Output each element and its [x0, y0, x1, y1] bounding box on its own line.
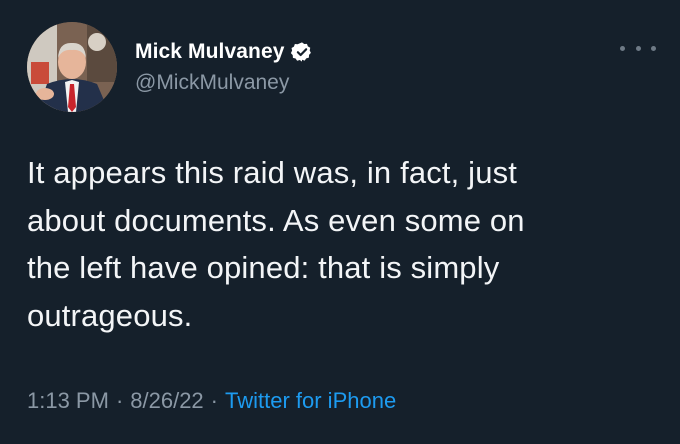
tweet-time[interactable]: 1:13 PM	[27, 388, 109, 414]
tweet-card: Mick Mulvaney @MickMulvaney It appears t…	[0, 0, 680, 444]
more-dot	[620, 45, 625, 51]
more-options-icon[interactable]	[620, 40, 656, 56]
more-dot	[651, 45, 656, 51]
tweet-text: It appears this raid was, in fact, just …	[27, 155, 525, 333]
display-name[interactable]: Mick Mulvaney	[135, 40, 285, 64]
tweet-metadata: 1:13 PM · 8/26/22 · Twitter for iPhone	[27, 388, 396, 414]
avatar-photo	[27, 22, 117, 112]
verified-badge-icon	[290, 41, 313, 63]
tweet-source-link[interactable]: Twitter for iPhone	[225, 388, 396, 414]
separator-dot: ·	[210, 388, 218, 413]
name-row: Mick Mulvaney	[135, 37, 313, 67]
tweet-date[interactable]: 8/26/22	[130, 388, 203, 414]
user-handle[interactable]: @MickMulvaney	[135, 71, 289, 95]
separator-dot: ·	[115, 388, 124, 413]
avatar[interactable]	[27, 22, 117, 112]
more-dot	[635, 45, 641, 51]
